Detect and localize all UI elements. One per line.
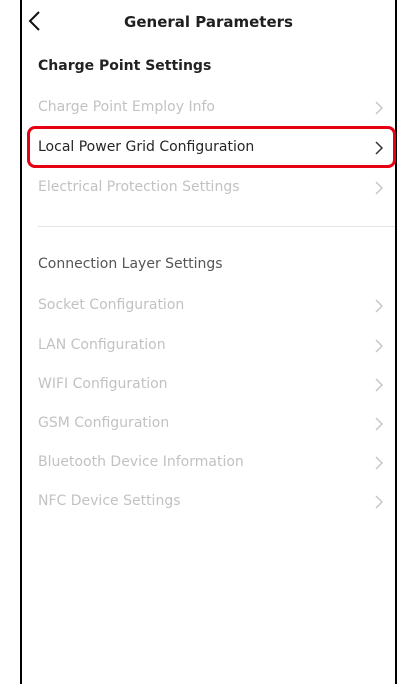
- chevron-right-icon: [375, 339, 384, 353]
- row-charge-point-employ-info[interactable]: Charge Point Employ Info: [22, 90, 395, 126]
- app-screen: General Parameters Charge Point Settings…: [0, 0, 402, 684]
- row-label: Bluetooth Device Information: [38, 454, 244, 470]
- row-lan-configuration[interactable]: LAN Configuration: [22, 328, 395, 364]
- row-bluetooth-device-information[interactable]: Bluetooth Device Information: [22, 445, 395, 481]
- frame-border-right: [395, 0, 397, 684]
- row-electrical-protection-settings[interactable]: Electrical Protection Settings: [22, 170, 395, 206]
- row-label: LAN Configuration: [38, 337, 166, 353]
- row-label: NFC Device Settings: [38, 493, 181, 509]
- chevron-right-icon: [375, 181, 384, 195]
- chevron-right-icon: [375, 417, 384, 431]
- page-title: General Parameters: [124, 13, 293, 31]
- chevron-right-icon: [375, 495, 384, 509]
- chevron-right-icon: [375, 456, 384, 470]
- row-wifi-configuration[interactable]: WIFI Configuration: [22, 367, 395, 403]
- section-title-connection-layer: Connection Layer Settings: [38, 256, 223, 272]
- header-bar: General Parameters: [22, 0, 395, 40]
- chevron-right-icon: [375, 299, 384, 313]
- row-label: Electrical Protection Settings: [38, 179, 240, 195]
- section-title-charge-point: Charge Point Settings: [38, 58, 212, 74]
- chevron-right-icon: [375, 101, 384, 115]
- row-label: Charge Point Employ Info: [38, 99, 215, 115]
- row-gsm-configuration[interactable]: GSM Configuration: [22, 406, 395, 442]
- chevron-right-icon: [375, 378, 384, 392]
- section-divider: [38, 226, 395, 227]
- highlight-annotation-box: [27, 126, 396, 168]
- row-nfc-device-settings[interactable]: NFC Device Settings: [22, 484, 395, 520]
- row-label: Socket Configuration: [38, 297, 185, 313]
- row-label: GSM Configuration: [38, 415, 170, 431]
- row-socket-configuration[interactable]: Socket Configuration: [22, 288, 395, 324]
- row-label: WIFI Configuration: [38, 376, 168, 392]
